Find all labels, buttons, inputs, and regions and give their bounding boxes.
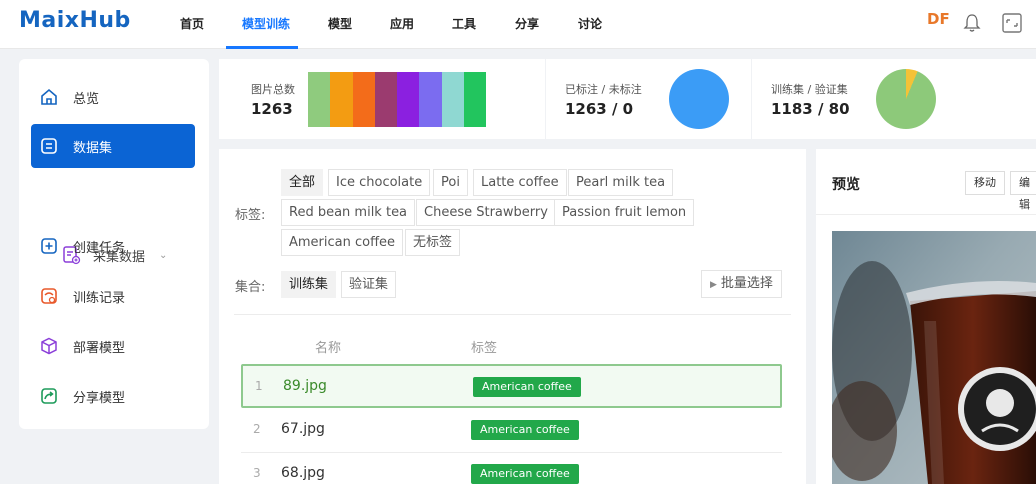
sidebar-item-training-records[interactable]: 训练记录 <box>31 274 195 318</box>
row-number: 3 <box>253 466 261 480</box>
share-icon <box>41 388 57 404</box>
label-bar-segment <box>441 72 464 127</box>
row-number: 1 <box>255 379 263 393</box>
sidebar-item-create-task[interactable]: 创建任务 <box>31 224 195 268</box>
preview-panel: 预览 移动 编辑 <box>816 149 1036 484</box>
sidebar-item-share-model[interactable]: 分享模型 <box>31 374 195 418</box>
label-bar-segment <box>374 72 397 127</box>
stat-value: 1263 <box>251 100 293 118</box>
label-bar-segment <box>397 72 420 127</box>
plus-square-icon <box>41 238 57 254</box>
nav-home[interactable]: 首页 <box>180 15 204 32</box>
sidebar-item-label: 训练记录 <box>73 290 126 306</box>
sidebar-item-overview[interactable]: 总览 <box>31 75 195 119</box>
stat-card-labeled: 已标注 / 未标注 1263 / 0 <box>546 59 751 139</box>
stat-card-split: 训练集 / 验证集 1183 / 80 <box>752 59 1036 139</box>
tag-cheese-strawberry[interactable]: Cheese Strawberry <box>416 199 556 226</box>
tag-ice-chocolate[interactable]: Ice chocolate <box>328 169 431 196</box>
nav-tools[interactable]: 工具 <box>452 15 476 32</box>
label-bar-segment <box>463 72 486 127</box>
label-bar-segment <box>330 72 353 127</box>
table-row[interactable]: 1 89.jpg American coffee <box>241 364 782 408</box>
user-avatar[interactable]: DF <box>927 10 950 28</box>
stat-value: 1263 / 0 <box>565 100 634 118</box>
tag-red-bean-milk-tea[interactable]: Red bean milk tea <box>281 199 416 226</box>
sidebar-item-label: 创建任务 <box>73 240 126 256</box>
stat-label: 图片总数 <box>251 83 295 96</box>
sidebar-item-label: 分享模型 <box>73 390 126 406</box>
set-train[interactable]: 训练集 <box>281 271 337 298</box>
nav-discuss[interactable]: 讨论 <box>578 15 602 32</box>
dataset-panel: 标签: 全部 Ice chocolate Poi Latte coffee Pe… <box>219 149 806 484</box>
divider <box>816 214 1036 215</box>
home-icon <box>41 88 57 105</box>
edit-button[interactable]: 编辑 <box>1010 171 1036 211</box>
label-distribution-bar <box>308 72 486 127</box>
nav-active-indicator <box>226 46 298 49</box>
batch-select-label: 批量选择 <box>720 276 773 291</box>
row-filename[interactable]: 68.jpg <box>281 465 325 481</box>
label-bar-segment <box>308 72 331 127</box>
preview-image <box>832 231 1036 484</box>
nav-share[interactable]: 分享 <box>515 15 539 32</box>
caret-right-icon: ▶ <box>710 280 717 290</box>
row-tag-badge: American coffee <box>471 464 579 484</box>
nav-model-training[interactable]: 模型训练 <box>242 15 290 32</box>
divider <box>234 314 791 315</box>
records-icon <box>41 288 57 304</box>
set-filter-label: 集合: <box>235 280 266 295</box>
stat-value: 1183 / 80 <box>771 100 850 118</box>
stat-label: 已标注 / 未标注 <box>565 83 642 96</box>
row-filename[interactable]: 67.jpg <box>281 421 325 437</box>
preview-title: 预览 <box>832 177 860 193</box>
maixhub-logo[interactable]: MaixHub <box>19 8 131 33</box>
label-bar-segment <box>352 72 375 127</box>
table-row[interactable]: 3 68.jpg American coffee <box>241 453 782 484</box>
nav-models[interactable]: 模型 <box>328 15 352 32</box>
screenshot-icon[interactable] <box>1001 12 1023 34</box>
labeled-pie-chart <box>669 69 729 129</box>
stat-card-total: 图片总数 1263 <box>219 59 545 139</box>
tag-filter-label: 标签: <box>235 208 266 223</box>
sidebar-item-label: 总览 <box>73 91 100 107</box>
tag-latte-coffee[interactable]: Latte coffee <box>473 169 567 196</box>
row-number: 2 <box>253 422 261 436</box>
sidebar-item-deploy-model[interactable]: 部署模型 <box>31 324 195 368</box>
label-bar-segment <box>419 72 442 127</box>
row-tag-badge: American coffee <box>473 377 581 397</box>
sidebar-item-label: 数据集 <box>73 140 113 156</box>
tag-passion-fruit-lemon[interactable]: Passion fruit lemon <box>554 199 695 226</box>
bell-icon[interactable] <box>963 12 981 34</box>
move-button[interactable]: 移动 <box>965 171 1005 195</box>
row-tag-badge: American coffee <box>471 420 579 440</box>
sidebar-item-label: 部署模型 <box>73 340 126 356</box>
stat-label: 训练集 / 验证集 <box>771 83 848 96</box>
sidebar-item-dataset[interactable]: 数据集 <box>31 124 195 168</box>
table-row[interactable]: 2 67.jpg American coffee <box>241 409 782 453</box>
cube-icon <box>41 337 57 355</box>
nav-apps[interactable]: 应用 <box>390 15 414 32</box>
tag-american-coffee[interactable]: American coffee <box>281 229 404 256</box>
train-val-pie-chart <box>876 69 936 129</box>
sidebar: 总览 数据集 采集数据 ⌄ 创建任务 训练记录 部署模型 分享模型 <box>19 59 209 429</box>
row-filename[interactable]: 89.jpg <box>283 378 327 394</box>
tag-all[interactable]: 全部 <box>281 169 324 196</box>
tag-pearl-milk-tea[interactable]: Pearl milk tea <box>568 169 674 196</box>
top-navbar: MaixHub 首页 模型训练 模型 应用 工具 分享 讨论 DF <box>0 0 1036 49</box>
document-icon <box>41 138 57 154</box>
batch-select-button[interactable]: ▶ 批量选择 <box>701 270 782 298</box>
set-validation[interactable]: 验证集 <box>341 271 397 298</box>
column-header-name: 名称 <box>315 341 342 356</box>
tag-unlabeled[interactable]: 无标签 <box>405 229 461 256</box>
tag-poi[interactable]: Poi <box>433 169 468 196</box>
column-header-tag: 标签 <box>471 341 498 356</box>
